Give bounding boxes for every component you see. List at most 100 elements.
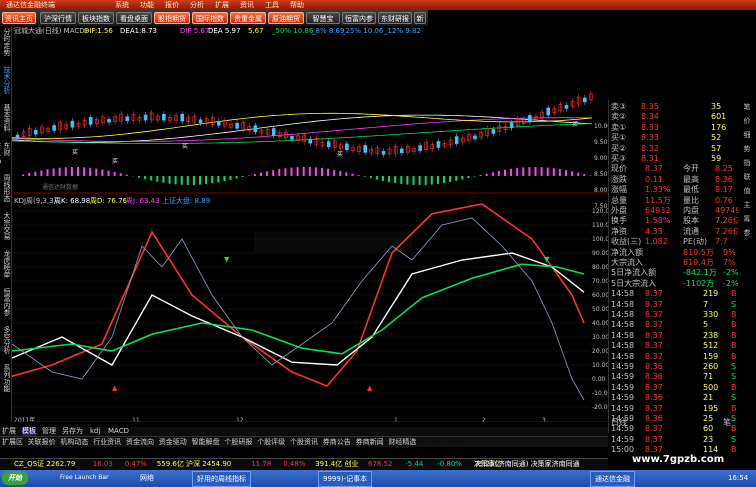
menu-item-4[interactable]: 扩展 — [215, 0, 229, 10]
quick-launch-bar[interactable]: Free Launch Bar — [60, 471, 109, 485]
side-tab-7[interactable]: 主 — [741, 200, 753, 210]
nav-button-0[interactable]: 资讯主页 — [2, 12, 36, 24]
nav-button-7[interactable]: 原油期货 — [268, 12, 304, 24]
nav-button-5[interactable]: 国际指数 — [192, 12, 228, 24]
menu-item-3[interactable]: 分析 — [190, 0, 204, 10]
stat-row: 换手 1.58% 股本 7.26亿 — [611, 216, 741, 226]
extension-tab-1[interactable]: 关联报价 — [28, 438, 56, 447]
footer-tick[interactable]: 笔 — [723, 418, 731, 428]
bid-row-cell: 买③ — [611, 154, 627, 163]
side-tab-3[interactable]: 势 — [741, 144, 753, 154]
extension-tab-4[interactable]: 资金流向 — [126, 438, 154, 447]
extension-tab-5[interactable]: 资金驱动 — [159, 438, 187, 447]
menu-item-7[interactable]: 帮助 — [290, 0, 304, 10]
kdj-y-label: 10.00 — [592, 362, 608, 369]
toolbar-item-4[interactable]: kdj — [90, 427, 100, 436]
start-button[interactable]: 开始 — [2, 471, 28, 485]
extension-tab-6[interactable]: 智能解盘 — [192, 438, 220, 447]
extension-tab-7[interactable]: 个股研报 — [224, 438, 252, 447]
macd-bar — [461, 176, 464, 180]
ask-row-cell: 卖② — [611, 112, 627, 122]
left-tab-6[interactable]: 龙虎榜单 — [1, 250, 11, 286]
nav-button-9[interactable]: 恒富内参 — [342, 12, 376, 24]
extension-tab-0[interactable]: 扩展区 — [2, 438, 23, 447]
left-tab-8[interactable]: 多空分析 — [1, 326, 11, 362]
nav-button-4[interactable]: 股指期货 — [154, 12, 190, 24]
ask-row-cell: 8.35 — [641, 102, 659, 111]
side-tab-5[interactable]: 联 — [741, 172, 753, 182]
nav-button-11[interactable]: 新 — [414, 12, 426, 24]
extension-tab-12[interactable]: 财经精选 — [388, 438, 416, 447]
tick-row-cell: 15:00 — [611, 445, 635, 455]
taskbar-item-2[interactable]: 9999)-记事本 — [318, 471, 373, 487]
tick-row-cell: 23 — [703, 434, 714, 444]
tick-row-cell: 8.37 — [645, 330, 663, 340]
stat-row-cell: 涨跌 — [611, 174, 627, 184]
left-tab-9[interactable]: 系列功能 — [1, 364, 11, 400]
footer-daily[interactable]: 日线 — [611, 418, 627, 428]
macd-bar — [467, 176, 470, 179]
nav-button-1[interactable]: 沪深行情 — [40, 12, 76, 24]
left-tab-5[interactable]: 大宗交易 — [1, 212, 11, 248]
left-tab-0[interactable]: 分时走势 — [1, 28, 11, 64]
left-tab-7[interactable]: 恒富内参 — [1, 288, 11, 324]
left-tab-4[interactable]: 周线形态 — [1, 174, 11, 210]
taskbar-item-1[interactable]: 好用的周线指标 — [192, 471, 251, 487]
tick-row-cell: S — [731, 393, 737, 403]
menu-item-2[interactable]: 报价 — [165, 0, 179, 10]
tick-row-cell: 8.37 — [645, 351, 663, 361]
quote-footer[interactable]: 日线 笔 — [611, 418, 737, 428]
macd-bar — [162, 176, 165, 183]
bid-row-cell: 59 — [711, 154, 722, 163]
menu-item-1[interactable]: 功能 — [140, 0, 154, 10]
toolbar-item-3[interactable]: 另存为 — [62, 427, 83, 436]
nav-button-8[interactable]: 智慧宝 — [306, 12, 340, 24]
menu-item-0[interactable]: 系统 — [115, 0, 129, 10]
extension-tab-3[interactable]: 行业资讯 — [93, 438, 121, 447]
macd-bar — [497, 170, 500, 176]
ticker-item-9: -0.80% — [437, 460, 462, 468]
menu-item-6[interactable]: 工具 — [265, 0, 279, 10]
macd-bar — [449, 176, 452, 183]
side-tab-1[interactable]: 价 — [741, 116, 753, 126]
extension-tab-10[interactable]: 券商公告 — [323, 438, 351, 447]
stock-chart[interactable]: 冠城大通(日线) MACD• DIF:1.56 DEA1:8.73 DIF 5.… — [12, 26, 608, 422]
macd-bar — [64, 167, 67, 176]
left-tab-3[interactable]: 东财F10 — [0, 142, 11, 172]
toolbar-item-5[interactable]: MACD — [108, 427, 129, 436]
macd-bar — [70, 167, 73, 176]
taskbar-item-0[interactable]: 网络 — [140, 471, 154, 485]
toolbar-item-2[interactable]: 管理 — [42, 427, 56, 436]
side-tab-0[interactable]: 笔 — [741, 102, 753, 112]
extension-tab-9[interactable]: 个股资讯 — [290, 438, 318, 447]
extension-tab-2[interactable]: 机构动态 — [60, 438, 88, 447]
menu-item-5[interactable]: 资讯 — [240, 0, 254, 10]
taskbar-item-3[interactable]: 通达信金融 — [590, 471, 635, 487]
nav-button-3[interactable]: 看盘桌面 — [116, 12, 152, 24]
candle-body — [235, 122, 239, 129]
left-tab-2[interactable]: 基本资料 — [1, 104, 11, 140]
side-tab-6[interactable]: 值 — [741, 186, 753, 196]
tick-row-cell: 14:58 — [611, 351, 635, 361]
side-tab-9[interactable]: 参 — [741, 228, 753, 238]
nav-button-10[interactable]: 东财研报 — [378, 12, 412, 24]
taskbar-clock: 16:54 — [728, 474, 749, 482]
nav-button-2[interactable]: 板块指数 — [78, 12, 114, 24]
toolbar-item-1[interactable]: 模板 — [22, 427, 36, 436]
nav-button-6[interactable]: 贵重金属 — [230, 12, 266, 24]
tick-row-cell: 8.37 — [645, 403, 663, 413]
extension-tab-8[interactable]: 个股评级 — [257, 438, 285, 447]
side-tab-4[interactable]: 指 — [741, 158, 753, 168]
price-ma-4: _8% 8.69 — [311, 27, 344, 35]
extension-tab-11[interactable]: 券商新闻 — [356, 438, 384, 447]
flow-row-cell: 5日大宗流入 — [611, 278, 657, 288]
side-tab-8[interactable]: 筹 — [741, 214, 753, 224]
flow-row: 净流入额 819.5万 9% — [611, 248, 737, 258]
left-tab-1[interactable]: 技术分析 — [1, 66, 11, 102]
flow-row: 5日净流入额 -842.1万 -2% — [611, 268, 739, 278]
toolbar-item-0[interactable]: 扩展 — [2, 427, 16, 436]
side-tab-2[interactable]: 细 — [741, 130, 753, 140]
candle-body — [381, 151, 386, 155]
tick-row-cell: 14:59 — [611, 372, 635, 382]
macd-bar — [375, 176, 378, 180]
